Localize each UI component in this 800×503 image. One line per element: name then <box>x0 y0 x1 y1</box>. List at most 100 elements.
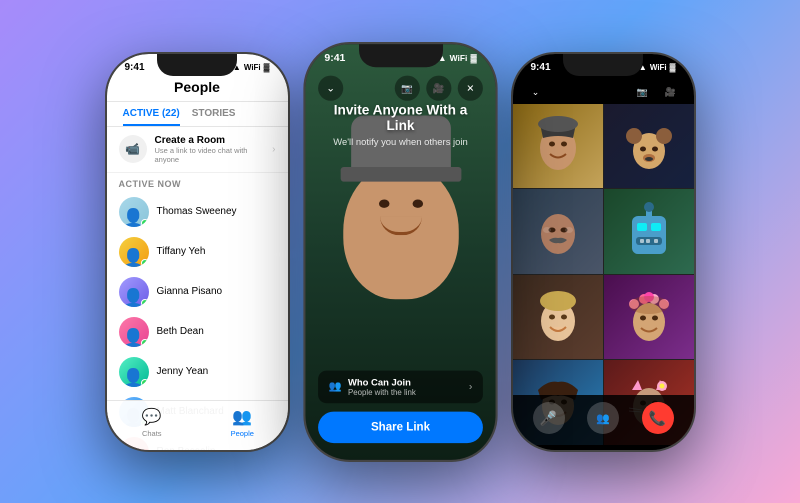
notch-right <box>563 54 643 76</box>
people-icon: 👥 <box>232 407 252 427</box>
hat-brim <box>340 166 461 181</box>
tab-active[interactable]: ACTIVE (22) <box>123 108 180 126</box>
face-svg-3 <box>533 201 583 261</box>
nav-people[interactable]: 👥 People <box>197 407 288 438</box>
avatar-5: 👤 <box>119 357 149 387</box>
face-smile <box>379 216 421 235</box>
contact-row[interactable]: 👤 Gianna Pisano <box>107 272 288 312</box>
person-4 <box>604 189 694 274</box>
avatar-3: 👤 <box>119 277 149 307</box>
online-dot-1 <box>141 219 149 227</box>
avatar-1: 👤 <box>119 197 149 227</box>
contact-row[interactable]: 👤 Tiffany Yeh <box>107 232 288 272</box>
video-cell-4 <box>604 189 694 274</box>
create-room-row[interactable]: 📹 Create a Room Use a link to video chat… <box>107 127 288 173</box>
who-can-join-row[interactable]: 👥 Who Can Join People with the link › <box>318 370 483 403</box>
create-room-title: Create a Room <box>155 135 265 146</box>
people-title: People <box>107 79 288 95</box>
eye-right <box>412 199 423 207</box>
invite-title: Invite Anyone With a Link <box>322 101 478 132</box>
status-time-right: 9:41 <box>531 62 551 73</box>
chats-icon: 💬 <box>142 407 162 427</box>
notch-left <box>157 54 237 76</box>
left-header: People <box>107 75 288 102</box>
tab-row: ACTIVE (22) STORIES <box>107 102 288 127</box>
who-join-subtitle: People with the link <box>347 387 468 396</box>
online-dot-2 <box>141 259 149 267</box>
video-cell-1 <box>513 104 603 189</box>
invite-overlay: Invite Anyone With a Link We'll notify y… <box>305 101 495 146</box>
right-top-icons: 📷 🎥 <box>632 82 682 104</box>
camera-btn-right[interactable]: 📷 <box>632 82 654 104</box>
person-2 <box>604 104 694 189</box>
face-svg-4 <box>624 201 674 261</box>
contact-row[interactable]: 👤 Thomas Sweeney <box>107 192 288 232</box>
contact-name-1: Thomas Sweeney <box>157 206 237 217</box>
screen-center: 9:41 ▲▲▲ WiFi ▓ ⌄ 📷 🎥 ✕ Invite Anyone Wi… <box>305 44 495 460</box>
who-join-chevron-icon: › <box>468 381 472 393</box>
mic-icon: 🎤 <box>540 410 557 427</box>
eye-left <box>378 199 389 207</box>
back-btn-right[interactable]: ⌄ <box>525 82 547 104</box>
share-link-button[interactable]: Share Link <box>318 411 483 443</box>
contact-name-2: Tiffany Yeh <box>157 246 206 257</box>
bottom-nav: 💬 Chats 👥 People <box>107 400 288 450</box>
battery-icon-c: ▓ <box>470 53 476 62</box>
person-6 <box>604 275 694 360</box>
contact-name-5: Jenny Yean <box>157 366 209 377</box>
contact-name-4: Beth Dean <box>157 326 204 337</box>
video-cell-2 <box>604 104 694 189</box>
who-join-text: Who Can Join People with the link <box>347 376 468 396</box>
bottom-panel-center: 👥 Who Can Join People with the link › Sh… <box>305 360 495 460</box>
notch-center <box>358 44 442 67</box>
wifi-icon-r: WiFi <box>650 63 667 72</box>
chats-label: Chats <box>142 429 162 438</box>
create-room-subtitle: Use a link to video chat with anyone <box>155 146 265 164</box>
contact-row[interactable]: 👤 Beth Dean <box>107 312 288 352</box>
screen-right: 9:41 ▲▲▲ WiFi ▓ ⌄ 📷 🎥 <box>513 54 694 450</box>
center-top-icons: 📷 🎥 ✕ <box>394 75 482 100</box>
phone-right: 9:41 ▲▲▲ WiFi ▓ ⌄ 📷 🎥 <box>511 52 696 452</box>
tab-stories[interactable]: STORIES <box>192 108 236 126</box>
end-call-button[interactable]: 📞 <box>642 402 674 434</box>
wifi-icon: WiFi <box>244 63 261 72</box>
face-head <box>342 162 458 299</box>
avatar-2: 👤 <box>119 237 149 267</box>
camera-switch-btn[interactable]: 📷 <box>394 75 419 100</box>
right-bottom-bar: 🎤 👥 📞 <box>513 395 694 450</box>
battery-icon-r: ▓ <box>670 63 676 72</box>
status-time-left: 9:41 <box>125 62 145 73</box>
face-svg-6 <box>624 287 674 347</box>
right-top-bar: ⌄ 📷 🎥 <box>513 82 694 104</box>
phone-center: 9:41 ▲▲▲ WiFi ▓ ⌄ 📷 🎥 ✕ Invite Anyone Wi… <box>303 42 497 462</box>
face-simulation <box>327 141 474 320</box>
contact-row[interactable]: 👤 Jenny Yean <box>107 352 288 392</box>
video-btn-right[interactable]: 🎥 <box>660 82 682 104</box>
battery-icon: ▓ <box>264 63 270 72</box>
mic-button[interactable]: 🎤 <box>533 402 565 434</box>
person-3 <box>513 189 603 274</box>
video-icon: 📹 <box>125 142 140 156</box>
online-dot-4 <box>141 339 149 347</box>
active-now-label: ACTIVE NOW <box>107 173 288 192</box>
nav-chats[interactable]: 💬 Chats <box>107 407 198 438</box>
who-join-title: Who Can Join <box>347 376 468 387</box>
video-btn[interactable]: 🎥 <box>426 75 451 100</box>
person-1 <box>513 104 603 189</box>
phones-container: 9:41 ▲▲▲ WiFi ▓ People ACTIVE (22) STORI… <box>85 32 716 472</box>
phone-left: 9:41 ▲▲▲ WiFi ▓ People ACTIVE (22) STORI… <box>105 52 290 452</box>
wifi-icon-c: WiFi <box>449 53 467 62</box>
video-cell-6 <box>604 275 694 360</box>
close-btn-center[interactable]: ✕ <box>457 75 482 100</box>
face-svg-1 <box>533 116 583 176</box>
video-grid <box>513 104 694 445</box>
online-dot-5 <box>141 379 149 387</box>
chevron-down-btn[interactable]: ⌄ <box>318 75 343 100</box>
create-room-icon: 📹 <box>119 135 147 163</box>
camera-button[interactable]: 👥 <box>587 402 619 434</box>
face-svg-2 <box>624 116 674 176</box>
video-cell-3 <box>513 189 603 274</box>
screen-left: 9:41 ▲▲▲ WiFi ▓ People ACTIVE (22) STORI… <box>107 54 288 450</box>
video-cell-5 <box>513 275 603 360</box>
online-dot-3 <box>141 299 149 307</box>
